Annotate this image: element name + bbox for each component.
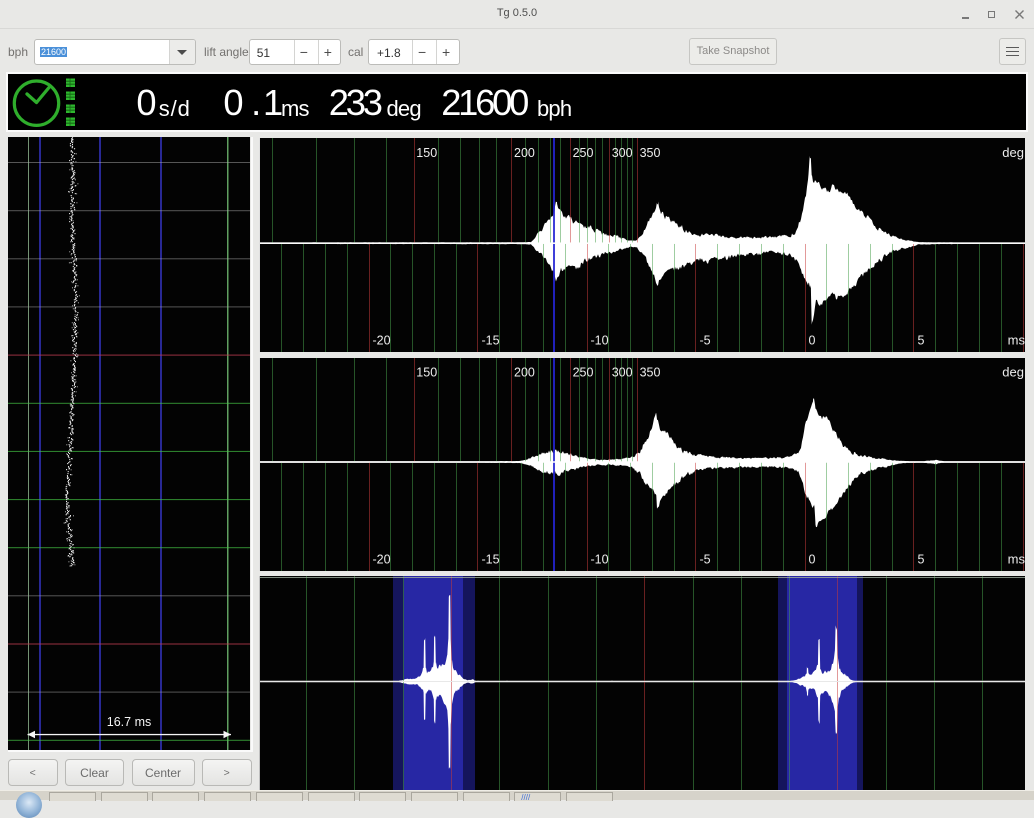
- svg-text:150: 150: [416, 146, 437, 160]
- svg-text:150: 150: [416, 365, 437, 379]
- svg-text:5: 5: [918, 333, 925, 347]
- svg-text:-10: -10: [591, 552, 609, 566]
- svg-text:-10: -10: [591, 333, 609, 347]
- svg-text:16.7 ms: 16.7 ms: [107, 715, 151, 729]
- svg-text:200: 200: [514, 365, 535, 379]
- svg-text:200: 200: [514, 146, 535, 160]
- svg-text:-15: -15: [482, 333, 500, 347]
- svg-text:-5: -5: [700, 552, 711, 566]
- svg-text:-15: -15: [482, 552, 500, 566]
- svg-text:250: 250: [573, 146, 594, 160]
- svg-text:250: 250: [573, 365, 594, 379]
- svg-text:ms: ms: [1008, 332, 1025, 347]
- svg-text:deg: deg: [1002, 145, 1024, 160]
- svg-text:deg: deg: [1002, 364, 1024, 379]
- svg-text:ms: ms: [1008, 551, 1025, 566]
- svg-text:-5: -5: [700, 333, 711, 347]
- svg-text:350: 350: [640, 146, 661, 160]
- svg-text:0: 0: [809, 333, 816, 347]
- svg-text:0: 0: [809, 552, 816, 566]
- svg-text:-20: -20: [373, 552, 391, 566]
- svg-text:-20: -20: [373, 333, 391, 347]
- svg-text:300: 300: [612, 365, 633, 379]
- svg-text:5: 5: [918, 552, 925, 566]
- svg-text:300: 300: [612, 146, 633, 160]
- svg-text:350: 350: [640, 365, 661, 379]
